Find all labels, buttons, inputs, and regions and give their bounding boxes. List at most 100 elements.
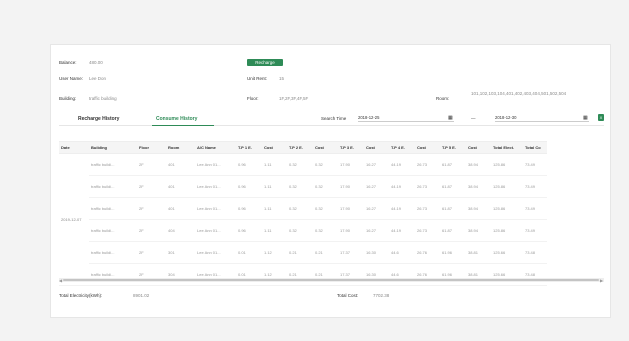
column-header[interactable]: Building [89,141,137,154]
table-cell: 16.27 [364,175,389,198]
column-header[interactable]: Floor [137,141,166,154]
recharge-button[interactable]: Recharge [247,59,283,66]
balance-label: Balance: [59,60,77,65]
table-cell: 401 [166,197,195,220]
table-cell: 125.66 [491,263,523,286]
table-cell: 2F [137,175,166,198]
table-cell: 301 [166,241,195,264]
table-cell: 61.87 [440,197,466,220]
table-cell: 16.27 [364,219,389,242]
table-cell: 2F [137,263,166,286]
table-cell: 16.30 [364,263,389,286]
column-header[interactable]: Cost [415,141,440,154]
unit-rent-label: Unit Rent: [247,76,268,81]
building-label: Building: [59,96,77,101]
date-cell: 2019-12-07 [59,153,89,286]
table-cell: 38.81 [466,241,491,264]
table-cell: 0.21 [287,241,313,264]
excel-export-icon[interactable]: X [598,114,604,121]
table-cell: 0.96 [236,175,262,198]
table-cell: 44.19 [389,219,415,242]
table-cell: 17.90 [338,219,364,242]
room-value: 101,102,103,104,401,402,403,404,501,502,… [471,91,567,96]
table-cell: Lee Ann 01... [195,197,236,220]
column-header[interactable]: T.P 4 E. [389,141,415,154]
table-cell: 38.94 [466,175,491,198]
table-cell: 0.01 [236,263,262,286]
table-cell: 0.32 [313,153,338,176]
table-cell: Lee Ann 01... [195,175,236,198]
table-cell: 125.86 [491,153,523,176]
table-cell: 16.27 [364,153,389,176]
table-cell: Lee Ann 01... [195,241,236,264]
scroll-right-icon[interactable]: ▶ [600,278,603,283]
table-cell: 26.73 [415,175,440,198]
table-cell: 73.49 [523,197,547,220]
total-cost-value: 7702.38 [373,293,390,298]
column-header[interactable]: T.P 5 E. [440,141,466,154]
table-cell: 16.30 [364,241,389,264]
column-header[interactable]: T.P 1 E. [236,141,262,154]
table-cell: 44.19 [389,197,415,220]
column-header[interactable]: Total Elect. [491,141,523,154]
table-cell: 125.86 [491,197,523,220]
date-separator: — [471,116,476,121]
table-cell: 0.32 [313,197,338,220]
start-date-input[interactable]: 2018-12-25 [358,115,454,122]
calendar-icon[interactable]: ▦ [448,115,453,121]
column-header[interactable]: Cost [262,141,287,154]
table-cell: 2F [137,241,166,264]
table-cell: Lee Ann 01... [195,219,236,242]
table-row: 2019-12-07 traffic buildi... 2F 401 Lee … [59,153,547,286]
table-cell: Lee Ann 01... [195,263,236,286]
column-header[interactable]: Total Co [523,141,547,154]
tabs-divider [59,125,604,126]
table-row: traffic buildi... 2F 401 Lee Ann 01... 0… [59,197,547,220]
consume-table: Date Building Floor Room A/C Name T.P 1 … [59,141,547,286]
table-cell: 26.73 [415,219,440,242]
end-date-input[interactable]: 2018-12-30 [495,115,589,122]
tab-consume-history[interactable]: Consume History [156,116,197,122]
tab-recharge-history[interactable]: Recharge History [78,116,119,122]
table-cell: 44.19 [389,175,415,198]
unit-rent-value: 15 [279,76,285,81]
table-cell: 73.48 [523,263,547,286]
floor-value: 1F,2F,3F,4F,5F [279,96,309,101]
calendar-icon[interactable]: ▦ [583,115,588,121]
account-panel: Balance: 480.00 Recharge User Name: Lee … [50,44,611,318]
table-cell: traffic buildi... [89,219,137,242]
table-cell: 26.76 [415,241,440,264]
table-cell: 1.11 [262,153,287,176]
column-header[interactable]: A/C Name [195,141,236,154]
table-cell: 0.96 [236,197,262,220]
column-header[interactable]: Cost [313,141,338,154]
column-header[interactable]: T.P 2 E. [287,141,313,154]
total-electricity-value: 8901.02 [133,293,150,298]
table-cell: 61.96 [440,263,466,286]
table-cell: 0.21 [313,241,338,264]
table-cell: 401 [166,153,195,176]
table-cell: 304 [166,263,195,286]
table-cell: 2F [137,219,166,242]
table-row: traffic buildi... 2F 301 Lee Ann 01... 0… [59,241,547,264]
table-cell: 38.81 [466,263,491,286]
column-header[interactable]: Room [166,141,195,154]
table-cell: traffic buildi... [89,175,137,198]
column-header[interactable]: Cost [466,141,491,154]
scrollbar-thumb[interactable] [63,279,599,281]
table-cell: 0.96 [236,153,262,176]
building-value: traffic building [89,96,117,101]
scroll-left-icon[interactable]: ◀ [59,278,62,283]
balance-value: 480.00 [89,60,103,65]
table-cell: 73.49 [523,175,547,198]
table-cell: 1.12 [262,241,287,264]
table-cell: 73.48 [523,241,547,264]
search-time-label: Search Time [321,116,347,121]
column-header[interactable]: T.P 3 E. [338,141,364,154]
column-header[interactable]: Date [59,141,89,154]
table-cell: 16.27 [364,197,389,220]
column-header[interactable]: Cost [364,141,389,154]
table-cell: 38.94 [466,219,491,242]
table-cell: 404 [166,219,195,242]
table-cell: 73.49 [523,153,547,176]
